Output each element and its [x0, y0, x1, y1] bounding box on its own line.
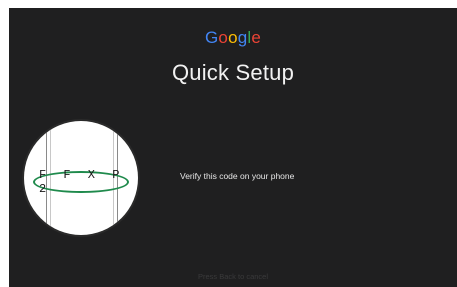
cancel-hint: Press Back to cancel [197, 272, 269, 281]
verify-instruction: Verify this code on your phone [180, 171, 295, 181]
logo-letter: g [237, 28, 248, 47]
logo-letter: o [228, 28, 238, 47]
google-logo: Google [9, 28, 457, 48]
logo-letter: G [204, 28, 219, 47]
page-title: Quick Setup [171, 60, 295, 85]
logo-letter: e [251, 28, 262, 47]
verification-code: F F X P 2 [33, 168, 129, 196]
tv-screen: Google Quick Setup F F X P 2 Verify this… [9, 8, 457, 287]
logo-letter: o [218, 28, 229, 47]
code-magnifier: F F X P 2 [24, 121, 138, 235]
